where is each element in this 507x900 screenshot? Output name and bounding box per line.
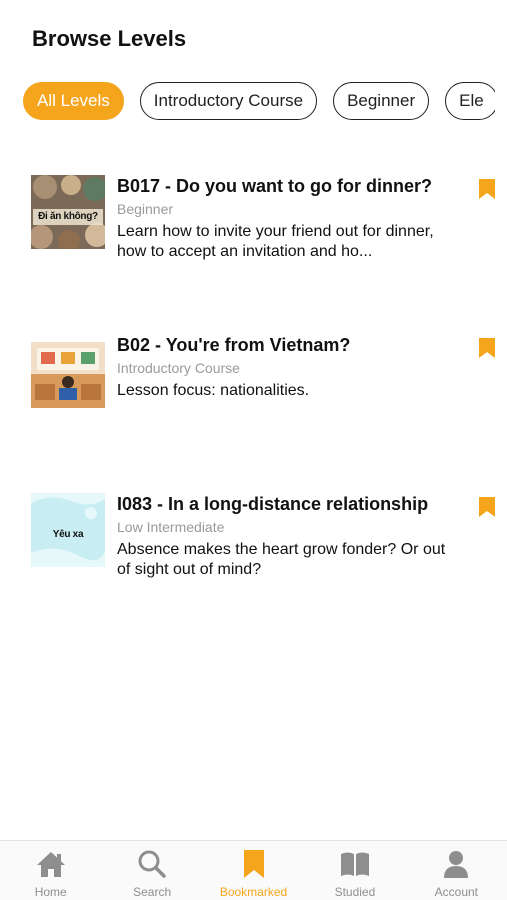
lesson-description: Lesson focus: nationalities.	[117, 382, 310, 399]
lesson-title[interactable]: B017 - Do you want to go for dinner?	[117, 175, 455, 197]
search-icon	[137, 849, 167, 879]
lesson-item[interactable]: B02 - You're from Vietnam? Introductory …	[31, 334, 495, 434]
bookmark-icon[interactable]	[479, 338, 495, 358]
filter-chip-all-levels[interactable]: All Levels	[23, 82, 124, 120]
lesson-level: Beginner	[117, 201, 174, 217]
lesson-title[interactable]: I083 - In a long-distance relationship	[117, 493, 455, 515]
tab-bookmarked[interactable]: Bookmarked	[203, 841, 304, 900]
bookmark-icon[interactable]	[479, 497, 495, 517]
filter-chip-beginner[interactable]: Beginner	[333, 82, 430, 120]
tab-studied[interactable]: Studied	[304, 841, 405, 900]
lesson-description: Absence makes the heart grow fonder? Or …	[117, 541, 446, 578]
tab-bar: Home Search Bookmarked Studied Account	[0, 840, 507, 900]
person-icon	[441, 849, 471, 879]
tab-label: Search	[133, 885, 172, 899]
tab-label: Home	[34, 885, 67, 899]
filter-chip-elementary[interactable]: Ele	[445, 82, 495, 120]
tab-account[interactable]: Account	[406, 841, 507, 900]
lesson-level: Introductory Course	[117, 360, 240, 376]
page-title: Browse Levels	[32, 26, 187, 51]
lesson-description: Learn how to invite your friend out for …	[117, 223, 434, 260]
lesson-thumbnail: Đi ăn không?	[31, 175, 105, 249]
level-filter-bar: All Levels Introductory Course Beginner Ele	[23, 82, 495, 122]
tab-search[interactable]: Search	[101, 841, 202, 900]
lesson-item[interactable]: Đi ăn không? B017 - Do you want to go fo…	[31, 175, 495, 275]
lesson-title[interactable]: B02 - You're from Vietnam?	[117, 334, 455, 356]
thumbnail-caption: Yêu xa	[52, 529, 84, 540]
tab-label: Bookmarked	[219, 885, 288, 899]
lesson-item[interactable]: Yêu xa I083 - In a long-distance relatio…	[31, 493, 495, 593]
book-icon	[340, 849, 370, 879]
tab-label: Account	[434, 885, 478, 899]
lesson-level: Low Intermediate	[117, 519, 225, 535]
filter-chip-introductory-course[interactable]: Introductory Course	[139, 82, 318, 120]
tab-home[interactable]: Home	[0, 841, 101, 900]
tab-label: Studied	[334, 885, 376, 899]
bookmark-icon	[239, 849, 269, 879]
lesson-thumbnail	[31, 334, 105, 408]
bookmark-icon[interactable]	[479, 179, 495, 199]
lesson-thumbnail: Yêu xa	[31, 493, 105, 567]
home-icon	[36, 849, 66, 879]
thumbnail-caption: Đi ăn không?	[38, 211, 98, 222]
